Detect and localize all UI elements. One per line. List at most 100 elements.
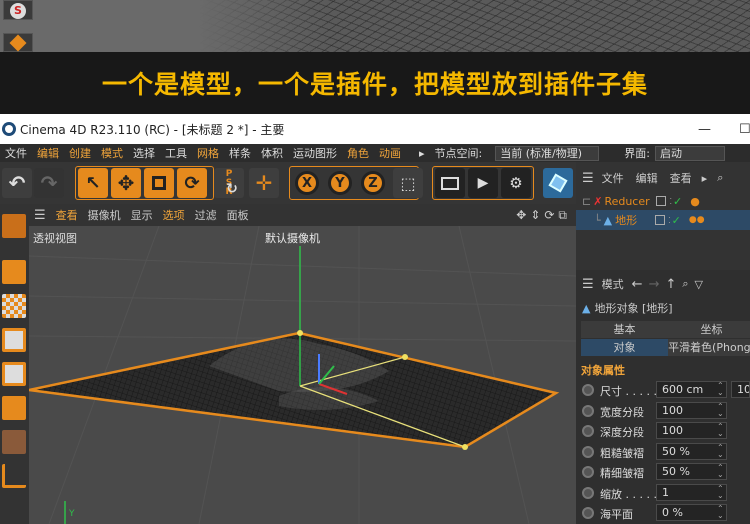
hamburger-icon[interactable]: ☰ [29, 208, 51, 223]
menu-create[interactable]: 创建 [64, 145, 96, 161]
x-axis-button[interactable]: X [292, 168, 322, 198]
tab-coordinates[interactable]: 坐标 [668, 321, 750, 338]
stepper-icon[interactable]: ⌃ ⌄ [717, 443, 724, 458]
animate-radio-icon[interactable] [582, 425, 594, 437]
menu-edit[interactable]: 编辑 [32, 145, 64, 161]
viewport-menu-options[interactable]: 选项 [158, 207, 190, 223]
object-menu-edit[interactable]: 编辑 [636, 170, 658, 186]
axis-move-icon[interactable]: ✛ [249, 168, 279, 198]
coordinate-system-icon[interactable]: ⬚ [393, 168, 423, 198]
object-name[interactable]: 地形 [615, 212, 655, 228]
viewport-nav-icons[interactable]: ✥⇕⟳⧉ [511, 208, 576, 223]
object-menu-file[interactable]: 文件 [602, 170, 624, 186]
stepper-icon[interactable]: ⌃ ⌄ [717, 464, 724, 479]
object-manager-menubar: ☰ 文件 编辑 查看 ▸ ⌕ [576, 168, 750, 188]
search-icon[interactable]: ⌕ [682, 277, 688, 291]
forward-arrow-icon[interactable]: → [649, 277, 660, 292]
attribute-mode-menu[interactable]: 模式 [602, 276, 624, 292]
render-picture-icon[interactable]: ▶ [468, 168, 498, 198]
rotate-icon[interactable]: ⟳ [177, 168, 207, 198]
search-icon[interactable]: ⌕ [717, 171, 723, 185]
object-menu-view[interactable]: 查看 [670, 170, 692, 186]
render-settings-icon[interactable]: ⚙ [501, 168, 531, 198]
animate-radio-icon[interactable] [582, 507, 594, 519]
ui-layout-select[interactable]: 启动 [654, 145, 725, 161]
animate-radio-icon[interactable] [582, 404, 594, 417]
maximize-button[interactable]: ☐ [739, 122, 750, 137]
object-name[interactable]: Reducer [604, 195, 656, 208]
model-mode-icon[interactable] [2, 214, 26, 238]
cinema4d-logo-icon [2, 122, 16, 136]
tag-icon[interactable]: ●● [689, 215, 705, 225]
visibility-dots-icon[interactable]: ⁚ [669, 197, 672, 206]
uv-mode-icon[interactable] [2, 430, 26, 454]
viewport-menu-display[interactable]: 显示 [126, 207, 158, 223]
polygon-mode-icon[interactable] [2, 396, 26, 420]
animate-radio-icon[interactable] [582, 384, 594, 396]
z-axis-button[interactable]: Z [358, 168, 388, 198]
nodespace-select[interactable]: 当前 (标准/物理) [495, 145, 600, 161]
menu-mograph[interactable]: 运动图形 [288, 145, 342, 161]
stepper-icon[interactable]: ⌃ ⌄ [717, 484, 724, 499]
hamburger-icon[interactable]: ☰ [582, 277, 594, 292]
back-arrow-icon[interactable]: ← [632, 277, 643, 292]
up-arrow-icon[interactable]: ↑ [665, 277, 676, 292]
property-label: 精细皱褶 [600, 467, 644, 480]
menu-mesh[interactable]: 网格 [192, 145, 224, 161]
menu-file[interactable]: 文件 [0, 145, 32, 161]
object-row-terrain[interactable]: └ ▲ 地形 ⁚ ✓ ●● [576, 210, 750, 230]
select-cursor-icon[interactable]: ↖ [78, 168, 108, 198]
perspective-viewport[interactable]: Y 透视视图 默认摄像机 [29, 226, 576, 524]
animate-radio-icon[interactable] [582, 445, 594, 458]
viewport-menu-panel[interactable]: 面板 [222, 207, 254, 223]
viewport-menu-filter[interactable]: 过滤 [190, 207, 222, 223]
point-mode-icon[interactable] [2, 328, 26, 352]
move-icon[interactable]: ✥ [111, 168, 141, 198]
menu-spline[interactable]: 样条 [224, 145, 256, 161]
viewport-menu-view[interactable]: 查看 [51, 207, 83, 223]
animate-radio-icon[interactable] [582, 466, 594, 478]
menu-tools[interactable]: 工具 [160, 145, 192, 161]
render-view-icon[interactable] [435, 168, 465, 198]
stepper-icon[interactable]: ⌃ ⌄ [717, 423, 724, 438]
texture-mode-icon[interactable] [2, 294, 26, 318]
object-row-reducer[interactable]: ⊏ ✗ Reducer ⁚ ✓ ● [576, 191, 750, 211]
window-titlebar: Cinema 4D R23.110 (RC) - [未标题 2 *] - 主要 … [0, 114, 750, 144]
property-extra-field[interactable]: 100 [731, 381, 750, 398]
menu-character[interactable]: 角色 [342, 145, 374, 161]
tab-object[interactable]: 对象 [581, 339, 668, 356]
terrain-icon: ▲ [603, 213, 613, 227]
viewport-menubar: ☰ 查看 摄像机 显示 选项 过滤 面板 ✥⇕⟳⧉ [29, 204, 576, 226]
redo-icon[interactable]: ↷ [34, 168, 64, 198]
layer-icon[interactable] [656, 196, 667, 206]
enabled-check-icon[interactable]: ✓ [672, 214, 681, 227]
layer-icon[interactable] [655, 215, 666, 225]
scale-icon[interactable] [144, 168, 174, 198]
tab-phong[interactable]: 平滑着色(Phong) [668, 339, 750, 356]
stepper-icon[interactable]: ⌃ ⌄ [717, 382, 724, 397]
stepper-icon[interactable]: ⌃ ⌄ [717, 505, 724, 520]
tab-basic[interactable]: 基本 [581, 321, 668, 338]
object-mode-icon[interactable] [2, 260, 26, 284]
hamburger-icon[interactable]: ☰ [582, 171, 594, 186]
axis-mode-icon[interactable] [2, 464, 26, 488]
refresh-small-icon[interactable]: ↻ [222, 174, 242, 204]
menu-animate[interactable]: 动画 [374, 145, 406, 161]
background-mesh-strip: S [0, 0, 750, 52]
visibility-dots-icon[interactable]: ⁚ [668, 216, 671, 225]
y-axis-button[interactable]: Y [325, 168, 355, 198]
menu-select[interactable]: 选择 [128, 145, 160, 161]
viewport-menu-camera[interactable]: 摄像机 [83, 207, 126, 223]
cube-icon[interactable] [543, 168, 573, 198]
minimize-button[interactable]: — [698, 122, 711, 137]
triangle-right-icon: ▸ [701, 171, 708, 185]
filter-icon[interactable]: ▽ [695, 278, 703, 291]
menu-mode[interactable]: 模式 [96, 145, 128, 161]
undo-icon[interactable]: ↶ [2, 168, 32, 198]
menu-volume[interactable]: 体积 [256, 145, 288, 161]
enabled-check-icon[interactable]: ✓ [673, 195, 682, 208]
animate-radio-icon[interactable] [582, 486, 594, 499]
edge-mode-icon[interactable] [2, 362, 26, 386]
tag-icon[interactable]: ● [690, 195, 700, 208]
stepper-icon[interactable]: ⌃ ⌄ [717, 402, 724, 417]
